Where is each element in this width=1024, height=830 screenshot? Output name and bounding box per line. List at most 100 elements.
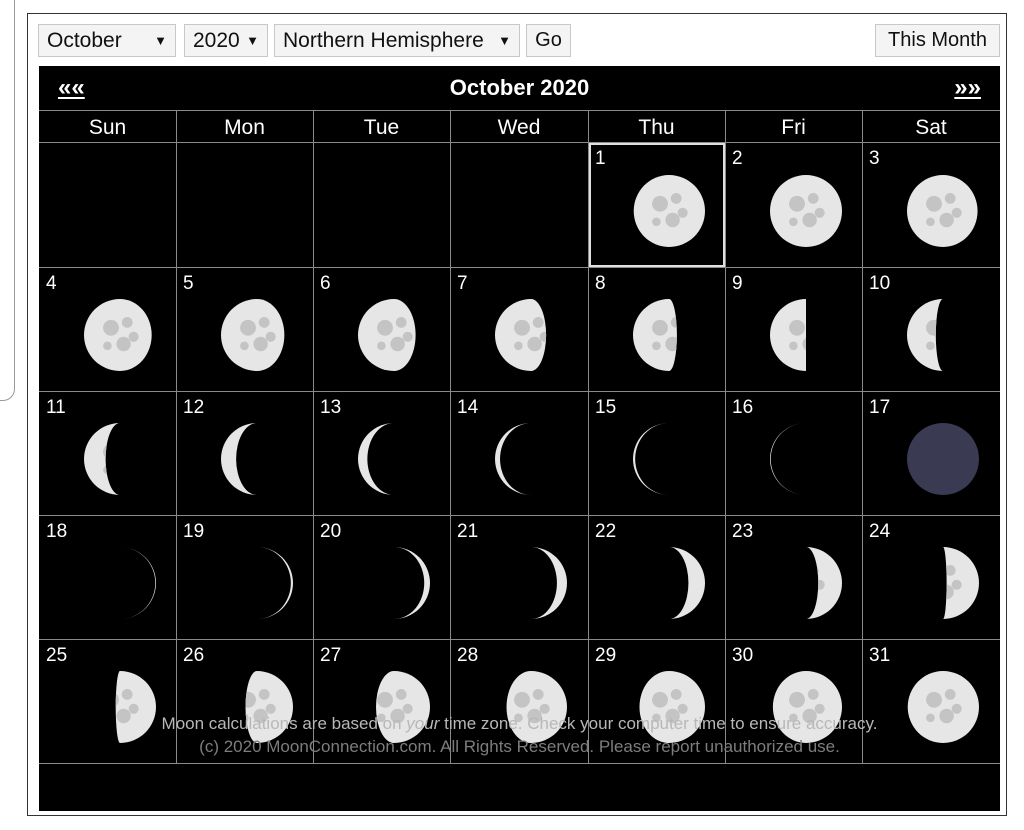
- moon-lit-area: [907, 174, 978, 247]
- day-cell[interactable]: 18: [39, 515, 176, 639]
- moon-crater: [926, 568, 942, 584]
- moon-crater: [670, 689, 682, 700]
- moon-crater: [945, 317, 956, 328]
- moon-phase-icon: [240, 547, 293, 619]
- chevron-down-icon: ▼: [498, 33, 511, 48]
- moon-phase-icon: [632, 299, 677, 371]
- day-cell[interactable]: 24: [862, 515, 1000, 639]
- day-cell[interactable]: 9: [725, 267, 862, 391]
- moon-crater: [377, 589, 386, 598]
- day-cell[interactable]: 23: [725, 515, 862, 639]
- next-month-link[interactable]: »»: [954, 74, 981, 102]
- month-select[interactable]: October ▼: [38, 24, 176, 57]
- weekday-header-tue: Tue: [363, 116, 400, 139]
- moon-lit-area: [256, 547, 293, 619]
- moon-lit-area: [83, 423, 120, 495]
- moon-crater: [788, 216, 798, 226]
- moon-phase-icon: [907, 174, 978, 247]
- day-number: 4: [46, 273, 57, 294]
- moon-crater: [664, 212, 680, 227]
- this-month-button[interactable]: This Month: [875, 24, 1000, 57]
- day-number: 7: [457, 273, 468, 294]
- day-cell[interactable]: 11: [39, 391, 176, 515]
- day-cell[interactable]: 15: [588, 391, 725, 515]
- moon-crater: [395, 441, 406, 452]
- moon-crater: [514, 691, 530, 708]
- moon-crater: [265, 579, 276, 590]
- moon-crater: [532, 317, 544, 328]
- day-cell[interactable]: 22: [588, 515, 725, 639]
- day-cell[interactable]: 13: [313, 391, 450, 515]
- day-number: 21: [457, 521, 479, 542]
- day-number: 17: [869, 397, 891, 418]
- day-cell[interactable]: 14: [450, 391, 588, 515]
- moon-crater: [102, 319, 119, 336]
- year-select[interactable]: 2020 ▼: [184, 24, 268, 57]
- day-cell[interactable]: 17: [862, 391, 1000, 515]
- day-cell[interactable]: 1: [588, 142, 725, 267]
- day-cell[interactable]: 12: [176, 391, 313, 515]
- moon-crater: [115, 336, 131, 352]
- moon-crater: [102, 443, 119, 460]
- day-cell[interactable]: 7: [450, 267, 588, 391]
- moon-crater: [527, 460, 531, 476]
- moon-crater: [944, 565, 956, 576]
- day-cell[interactable]: 19: [176, 515, 313, 639]
- moon-crater: [258, 317, 270, 328]
- day-number: 19: [183, 521, 205, 542]
- moon-crater: [539, 331, 547, 342]
- moon-crater: [677, 456, 687, 466]
- moon-crater: [788, 443, 805, 460]
- moon-crater: [788, 465, 798, 475]
- moon-crater: [951, 579, 962, 590]
- moon-lit-area: [907, 299, 943, 371]
- moon-crater: [252, 460, 257, 476]
- weekday-header-sat: Sat: [915, 116, 947, 139]
- moon-phase-icon: [103, 547, 156, 619]
- day-number: 31: [869, 645, 891, 666]
- weekday-header-mon: Mon: [224, 116, 265, 139]
- day-cell[interactable]: 4: [39, 267, 176, 391]
- day-cell[interactable]: 5: [176, 267, 313, 391]
- moon-crater: [514, 443, 530, 460]
- day-number: 27: [320, 645, 342, 666]
- moon-crater: [252, 336, 268, 352]
- moon-crater: [801, 212, 817, 227]
- day-cell[interactable]: 3: [862, 142, 1000, 267]
- moon-crater: [128, 579, 139, 590]
- day-cell[interactable]: 8: [588, 267, 725, 391]
- moon-lit-area: [495, 423, 531, 495]
- day-cell[interactable]: 16: [725, 391, 862, 515]
- day-number: 23: [732, 521, 754, 542]
- go-button[interactable]: Go: [526, 24, 571, 57]
- day-cell[interactable]: 21: [450, 515, 588, 639]
- moon-crater: [240, 568, 256, 584]
- new-moon-disc: [907, 423, 979, 495]
- moon-phase-icon: [632, 423, 687, 495]
- moon-crater: [103, 589, 112, 598]
- day-number: 28: [457, 645, 479, 666]
- moon-phase-icon: [907, 299, 956, 371]
- moon-crater: [814, 579, 825, 590]
- moon-lit-area: [769, 299, 806, 371]
- day-cell[interactable]: 20: [313, 515, 450, 639]
- moon-crater: [814, 456, 824, 466]
- moon-crater: [939, 212, 954, 227]
- moon-crater: [240, 589, 249, 598]
- moon-lit-area: [357, 423, 394, 495]
- moon-crater: [926, 216, 935, 226]
- day-cell[interactable]: 2: [725, 142, 862, 267]
- moon-phase-icon: [769, 299, 806, 371]
- moon-crater: [395, 317, 407, 328]
- day-cell[interactable]: 10: [862, 267, 1000, 391]
- timezone-note-part2: time zone. Check your computer time to e…: [439, 714, 878, 733]
- moon-lit-area: [632, 423, 669, 495]
- moon-lit-area: [632, 299, 677, 371]
- day-cell[interactable]: 6: [313, 267, 450, 391]
- moon-crater: [514, 341, 523, 351]
- moon-crater: [121, 689, 133, 700]
- moon-crater: [926, 691, 942, 708]
- moon-crater: [652, 568, 668, 584]
- moon-crater: [239, 443, 256, 460]
- hemisphere-select[interactable]: Northern Hemisphere ▼: [274, 24, 520, 57]
